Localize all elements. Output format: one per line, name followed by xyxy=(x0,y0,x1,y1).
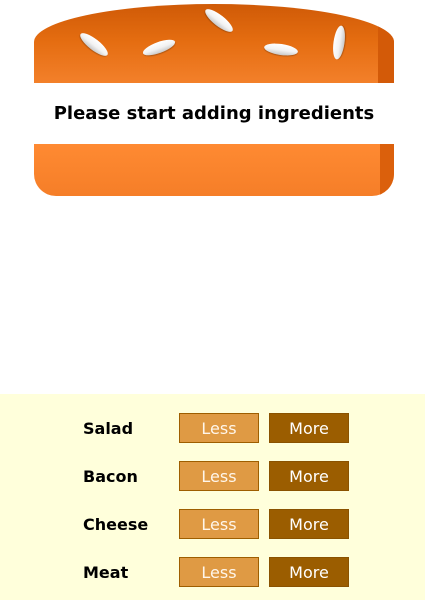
control-row-salad: Salad Less More xyxy=(0,413,425,443)
burger-message: Please start adding ingredients xyxy=(53,103,375,124)
bacon-more-button[interactable]: More xyxy=(269,461,349,491)
meat-more-button[interactable]: More xyxy=(269,557,349,587)
cheese-less-button[interactable]: Less xyxy=(179,509,259,539)
control-row-cheese: Cheese Less More xyxy=(0,509,425,539)
build-controls: Salad Less More Bacon Less More Cheese L… xyxy=(0,394,425,600)
control-row-bacon: Bacon Less More xyxy=(0,461,425,491)
salad-more-button[interactable]: More xyxy=(269,413,349,443)
seed-2 xyxy=(141,36,177,59)
control-label-meat: Meat xyxy=(83,563,129,582)
burger-message-area: Please start adding ingredients xyxy=(34,83,394,144)
control-label-cheese: Cheese xyxy=(83,515,149,534)
control-label-bacon: Bacon xyxy=(83,467,138,486)
control-label-salad: Salad xyxy=(83,419,134,438)
seed-5 xyxy=(331,24,347,61)
control-row-meat: Meat Less More xyxy=(0,557,425,587)
bread-bottom xyxy=(34,144,394,196)
cheese-more-button[interactable]: More xyxy=(269,509,349,539)
salad-less-button[interactable]: Less xyxy=(179,413,259,443)
bacon-less-button[interactable]: Less xyxy=(179,461,259,491)
seed-3 xyxy=(202,5,236,36)
seed-1 xyxy=(77,29,111,60)
seed-4 xyxy=(263,41,299,58)
meat-less-button[interactable]: Less xyxy=(179,557,259,587)
bread-top xyxy=(34,4,394,83)
burger: Please start adding ingredients xyxy=(34,4,394,196)
